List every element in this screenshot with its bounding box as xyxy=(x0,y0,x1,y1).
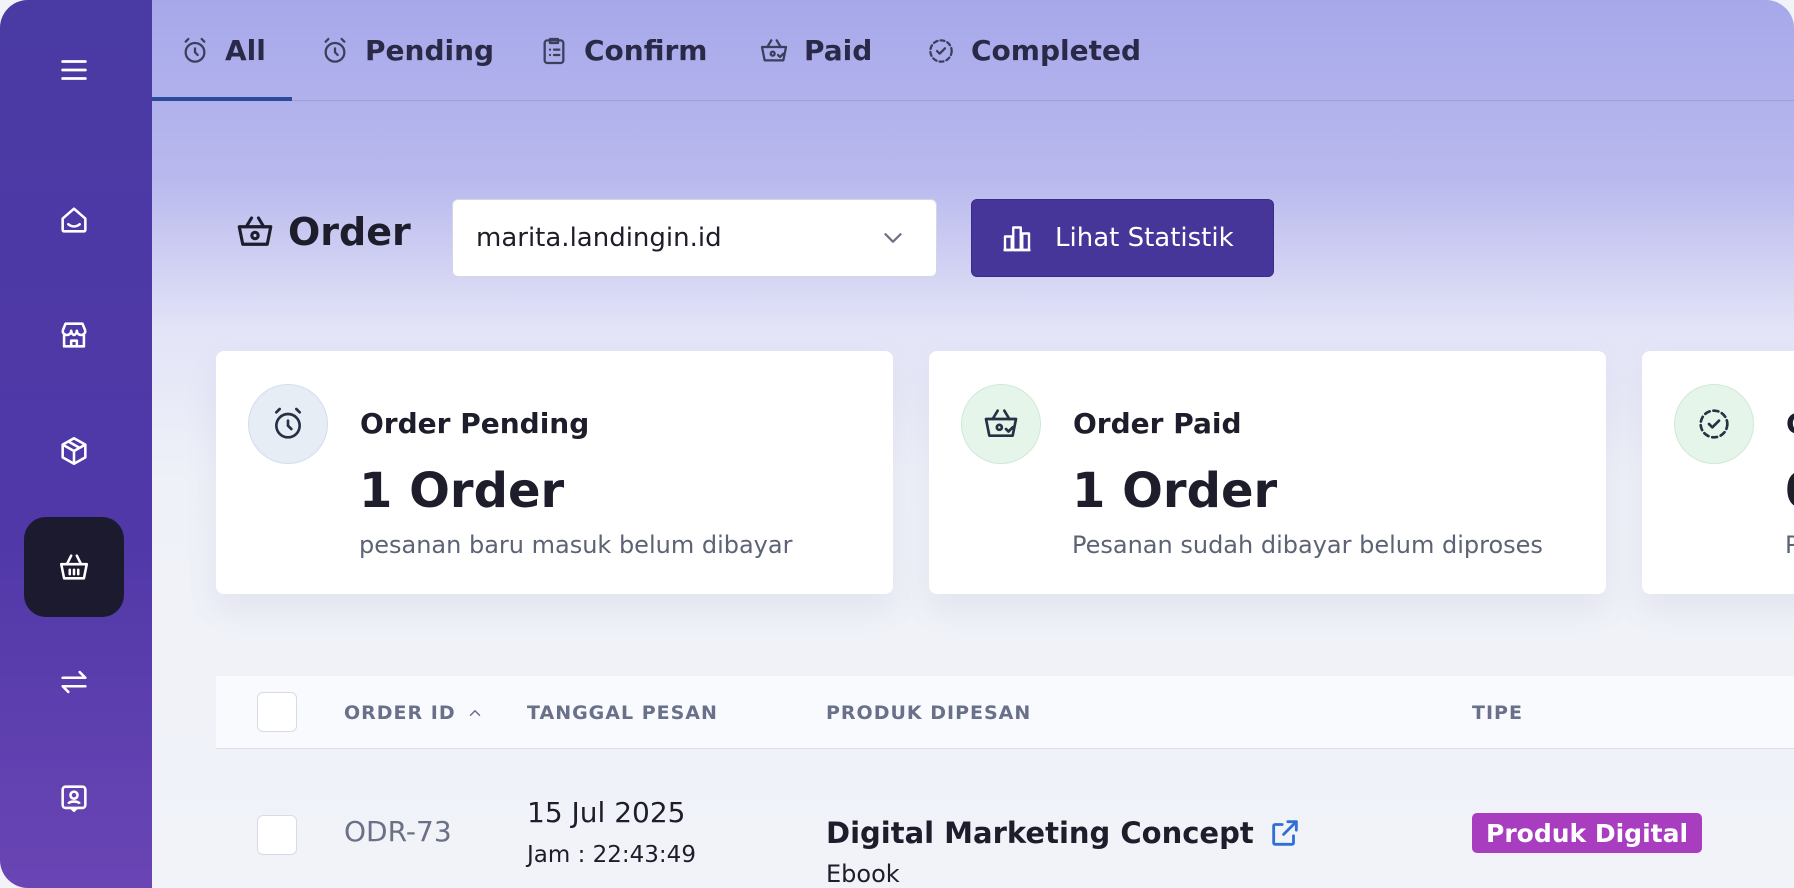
alarm-clock-icon xyxy=(324,37,346,63)
contact-card-icon xyxy=(61,785,87,813)
transfer-arrows-icon xyxy=(61,670,87,694)
card-description: pesanan baru masuk belum dibayar xyxy=(359,531,793,559)
select-all-checkbox[interactable] xyxy=(257,692,297,732)
orders-table-header: ORDER ID TANGGAL PESAN PRODUK DIPESAN TI… xyxy=(216,676,1794,749)
tab-paid[interactable]: Paid xyxy=(758,0,872,101)
tab-label: Confirm xyxy=(584,34,708,67)
sidebar-item-store[interactable] xyxy=(24,285,124,385)
active-tab-indicator xyxy=(152,97,292,101)
order-date-cell: 15 Jul 2025 xyxy=(527,796,686,829)
tab-label: Paid xyxy=(804,34,873,67)
order-time-cell: Jam : 22:43:49 xyxy=(527,842,696,868)
order-paid-card: Order Paid 1 Order Pesanan sudah dibayar… xyxy=(929,351,1606,594)
tab-label: Completed xyxy=(971,34,1142,67)
sort-ascending-icon xyxy=(469,709,480,716)
shop-select-dropdown[interactable]: marita.landingin.id xyxy=(452,199,937,277)
app-frame: All Pending Confirm Paid Completed Order… xyxy=(0,0,1794,888)
card-value: 1 Order xyxy=(1072,463,1278,519)
alarm-clock-icon xyxy=(275,407,301,439)
bar-chart-icon xyxy=(1003,226,1031,252)
sidebar-item-products[interactable] xyxy=(24,401,124,501)
card-value: 0 xyxy=(1785,463,1794,519)
column-header-label: TANGGAL PESAN xyxy=(527,701,718,724)
basket-check-icon xyxy=(984,409,1018,437)
tab-all[interactable]: All xyxy=(179,0,266,101)
tab-confirm[interactable]: Confirm xyxy=(538,0,707,101)
order-status-tabs: All Pending Confirm Paid Completed xyxy=(152,0,1794,101)
shop-select-value: marita.landingin.id xyxy=(476,223,722,253)
order-completed-card: C 0 P xyxy=(1642,351,1794,594)
card-description: P xyxy=(1785,531,1794,559)
product-name: Digital Marketing Concept xyxy=(826,816,1254,850)
menu-icon xyxy=(61,60,87,80)
sidebar-item-contacts[interactable] xyxy=(24,748,124,848)
sidebar-item-transactions[interactable] xyxy=(24,632,124,732)
home-icon xyxy=(61,207,87,233)
column-header-order-date[interactable]: TANGGAL PESAN xyxy=(527,676,718,749)
column-header-label: ORDER ID xyxy=(344,701,456,724)
column-header-type[interactable]: TIPE xyxy=(1472,676,1523,749)
column-header-label: PRODUK DIPESAN xyxy=(826,701,1032,724)
order-pending-card: Order Pending 1 Order pesanan baru masuk… xyxy=(216,351,893,594)
tab-completed[interactable]: Completed xyxy=(925,0,1141,101)
column-header-order-id[interactable]: ORDER ID xyxy=(344,676,484,749)
product-type-cell: Ebook xyxy=(826,860,900,888)
card-value: 1 Order xyxy=(359,463,565,519)
basket-check-icon xyxy=(760,38,788,61)
type-badge: Produk Digital xyxy=(1472,813,1703,853)
column-header-label: TIPE xyxy=(1472,701,1523,724)
card-title: Order Pending xyxy=(360,407,590,440)
alarm-clock-icon xyxy=(184,37,206,63)
card-title: Order Paid xyxy=(1073,407,1242,440)
tab-label: All xyxy=(225,34,266,67)
basket-icon xyxy=(59,554,89,580)
card-description: Pesanan sudah dibayar belum diproses xyxy=(1072,531,1543,559)
tab-label: Pending xyxy=(365,34,495,67)
store-icon xyxy=(61,322,87,348)
external-link-icon[interactable] xyxy=(1268,816,1302,850)
clipboard-list-icon xyxy=(543,37,565,64)
row-select-checkbox[interactable] xyxy=(257,815,297,855)
basket-icon xyxy=(237,216,273,246)
card-icon-wrapper xyxy=(961,384,1041,464)
sidebar-item-home[interactable] xyxy=(24,170,124,270)
view-statistics-label: Lihat Statistik xyxy=(1055,223,1234,253)
package-icon xyxy=(61,436,87,466)
page-title-text: Order xyxy=(288,210,411,254)
chevron-down-icon xyxy=(884,233,902,243)
order-id-cell[interactable]: ODR-73 xyxy=(344,815,452,848)
sidebar xyxy=(0,0,152,888)
page-title: Order xyxy=(234,210,411,254)
product-name-cell: Digital Marketing Concept xyxy=(826,816,1302,850)
view-statistics-button[interactable]: Lihat Statistik xyxy=(971,199,1274,277)
dashed-circle-check-icon xyxy=(1699,409,1729,439)
card-title: C xyxy=(1786,407,1794,440)
tab-pending[interactable]: Pending xyxy=(319,0,494,101)
sidebar-item-orders[interactable] xyxy=(24,517,124,617)
card-icon-wrapper xyxy=(248,384,328,464)
dashed-circle-check-icon xyxy=(929,38,953,63)
column-header-product[interactable]: PRODUK DIPESAN xyxy=(826,676,1031,749)
card-icon-wrapper xyxy=(1674,384,1754,464)
menu-button[interactable] xyxy=(24,20,124,120)
